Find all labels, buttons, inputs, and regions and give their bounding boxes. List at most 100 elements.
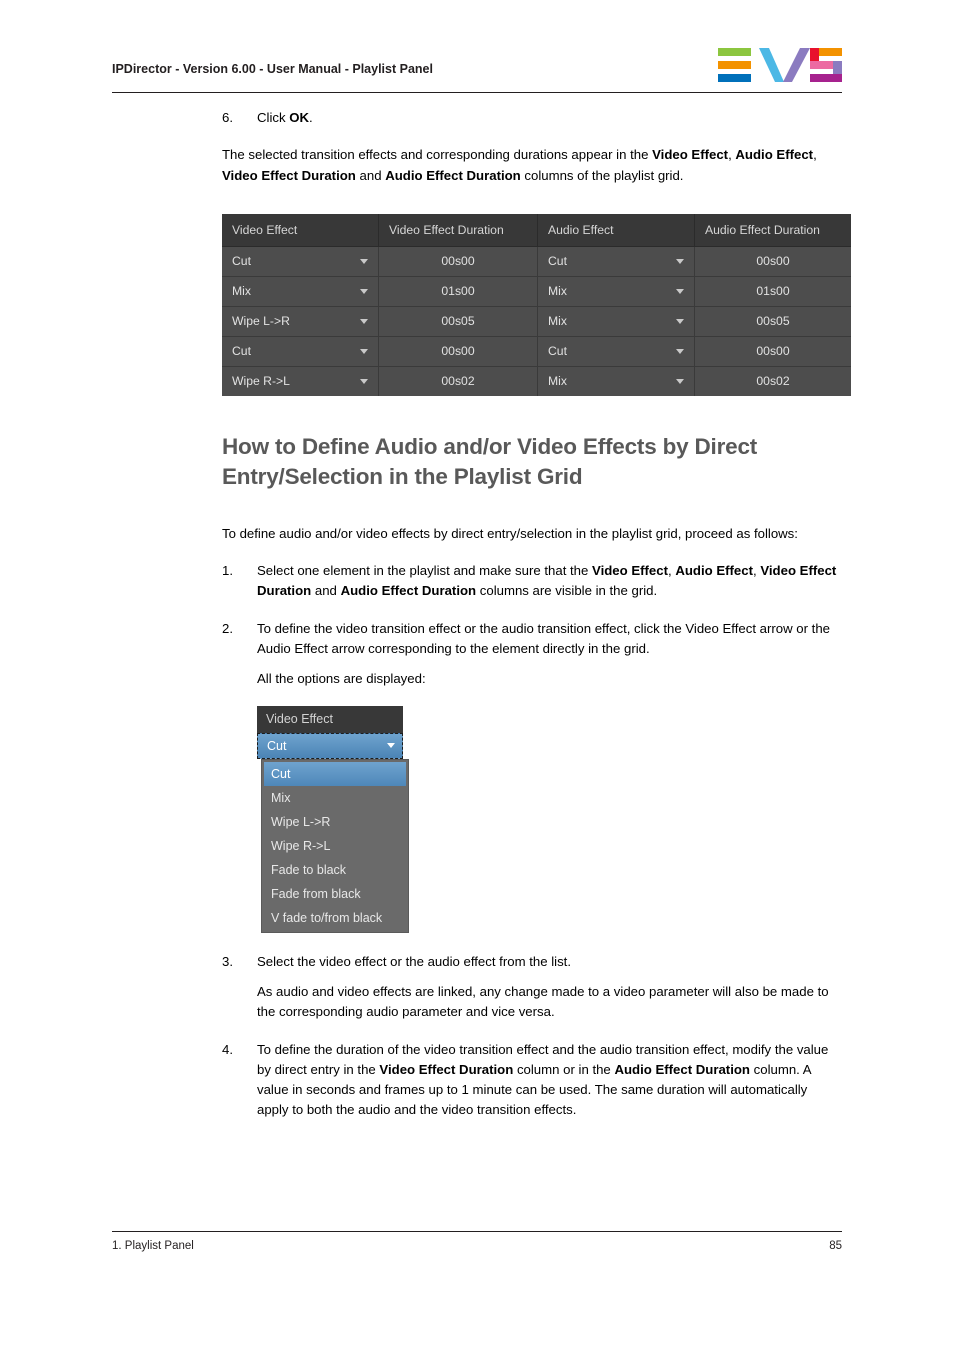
audio-effect-combo[interactable]: Mix [548,374,684,388]
cell-video-effect[interactable]: Cut [222,246,379,277]
dropdown-option-wipe-r-l[interactable]: Wipe R->L [262,834,408,858]
video-effect-combo[interactable]: Mix [232,284,368,298]
chevron-down-icon[interactable] [676,348,684,354]
cell-video-effect[interactable]: Mix [222,276,379,307]
paragraph-selected-effects: The selected transition effects and corr… [222,145,842,186]
step-4-number: 4. [222,1041,233,1057]
step-4-text-2: column or in the [513,1061,615,1077]
chevron-down-icon[interactable] [676,378,684,384]
page-footer: 1. Playlist Panel 85 [112,1240,842,1260]
video-effect-combo[interactable]: Cut [232,344,368,358]
dropdown-option-wipe-l-r[interactable]: Wipe L->R [262,810,408,834]
table-row[interactable]: Wipe L->R 00s05 Mix 00s05 [222,306,851,337]
table-row[interactable]: Wipe R->L 00s02 Mix 00s02 [222,366,851,396]
step-4-bold-audio-effect-duration: Audio Effect Duration [614,1061,750,1077]
cell-video-duration[interactable]: 01s00 [378,276,538,307]
video-effect-combo[interactable]: Wipe L->R [232,314,368,328]
step-4: 4. To define the duration of the video tr… [222,1040,842,1121]
audio-effect-combo[interactable]: Cut [548,344,684,358]
chevron-down-icon[interactable] [360,348,368,354]
cell-video-effect[interactable]: Wipe R->L [222,366,379,396]
step-3-text: Select the video effect or the audio eff… [257,953,571,969]
step-6-text-before: Click [257,110,290,125]
cell-audio-effect[interactable]: Cut [537,246,695,277]
dropdown-selected-cell[interactable]: Cut [257,732,403,759]
cell-value: Mix [548,284,567,299]
evs-logo [718,48,842,82]
step-1-text-4: and [311,583,341,599]
step-4-bold-video-effect-duration: Video Effect Duration [379,1061,514,1077]
column-header-video-effect-duration[interactable]: Video Effect Duration [378,213,538,247]
para-text-5: columns of the playlist grid. [520,167,684,183]
column-header-audio-effect[interactable]: Audio Effect [537,213,695,247]
cell-value: Cut [232,344,251,359]
table-row[interactable]: Mix 01s00 Mix 01s00 [222,276,851,307]
cell-video-duration[interactable]: 00s00 [378,336,538,367]
audio-effect-combo[interactable]: Cut [548,254,684,268]
cell-audio-effect[interactable]: Mix [537,276,695,307]
chevron-down-icon[interactable] [676,288,684,294]
cell-video-duration[interactable]: 00s00 [378,246,538,277]
dropdown-option-fade-to-black[interactable]: Fade to black [262,858,408,882]
step-1-bold-video-effect: Video Effect [592,563,668,579]
audio-effect-combo[interactable]: Mix [548,314,684,328]
chevron-down-icon[interactable] [676,318,684,324]
cell-audio-duration[interactable]: 00s02 [694,366,851,396]
column-header-audio-effect-duration[interactable]: Audio Effect Duration [694,213,851,247]
cell-audio-effect[interactable]: Mix [537,306,695,337]
chevron-down-icon[interactable] [360,378,368,384]
chevron-down-icon[interactable] [360,318,368,324]
dropdown-selected-value: Cut [267,738,287,753]
cell-value: Wipe R->L [232,374,290,389]
dropdown-column-header: Video Effect [257,705,403,733]
video-effect-combo[interactable]: Cut [232,254,368,268]
header-title: IPDirector - Version 6.00 - User Manual … [112,62,433,76]
audio-effect-combo[interactable]: Mix [548,284,684,298]
step-1-text-1: Select one element in the playlist and m… [257,563,593,579]
page-title: How to Define Audio and/or Video Effects… [222,433,758,489]
column-header-video-effect[interactable]: Video Effect [222,213,379,247]
para-bold-audio-effect-duration: Audio Effect Duration [385,167,521,183]
cell-value: Cut [548,254,567,269]
cell-audio-duration[interactable]: 00s05 [694,306,851,337]
cell-video-duration[interactable]: 00s02 [378,366,538,396]
para-bold-video-effect: Video Effect [652,147,729,163]
table-row[interactable]: Cut 00s00 Cut 00s00 [222,336,851,367]
chevron-down-icon[interactable] [387,743,395,749]
cell-value: Cut [232,254,251,269]
cell-audio-effect[interactable]: Mix [537,366,695,396]
cell-video-duration[interactable]: 00s05 [378,306,538,337]
dropdown-option-v-fade-to-from-black[interactable]: V fade to/from black [262,906,408,930]
chevron-down-icon[interactable] [360,258,368,264]
para-text-1: The selected transition effects and corr… [222,147,653,163]
video-effect-dropdown-screenshot: Video Effect Cut Cut Mix Wipe L->R Wipe … [257,705,409,933]
cell-audio-effect[interactable]: Cut [537,336,695,367]
chevron-down-icon[interactable] [676,258,684,264]
intro-paragraph: To define audio and/or video effects by … [222,525,798,541]
video-effect-combo[interactable]: Wipe R->L [232,374,368,388]
cell-audio-duration[interactable]: 01s00 [694,276,851,307]
dropdown-option-fade-from-black[interactable]: Fade from black [262,882,408,906]
page-number: 85 [829,1240,842,1252]
cell-audio-duration[interactable]: 00s00 [694,246,851,277]
cell-value: Mix [232,284,251,299]
cell-audio-duration[interactable]: 00s00 [694,336,851,367]
playlist-grid-header-row: Video Effect Video Effect Duration Audio… [222,213,851,247]
cell-video-effect[interactable]: Wipe L->R [222,306,379,337]
footer-divider [112,1231,842,1233]
cell-video-effect[interactable]: Cut [222,336,379,367]
step-3-note: As audio and video effects are linked, a… [257,983,829,1020]
step-2: 2. To define the video transition effect … [222,619,842,660]
table-row[interactable]: Cut 00s00 Cut 00s00 [222,246,851,277]
dropdown-option-list: Cut Mix Wipe L->R Wipe R->L Fade to blac… [261,758,409,933]
step-3-number: 3. [222,953,233,969]
chevron-down-icon[interactable] [360,288,368,294]
dropdown-option-cut[interactable]: Cut [264,761,406,786]
playlist-grid-screenshot: Video Effect Video Effect Duration Audio… [222,213,851,396]
dropdown-option-mix[interactable]: Mix [262,786,408,810]
